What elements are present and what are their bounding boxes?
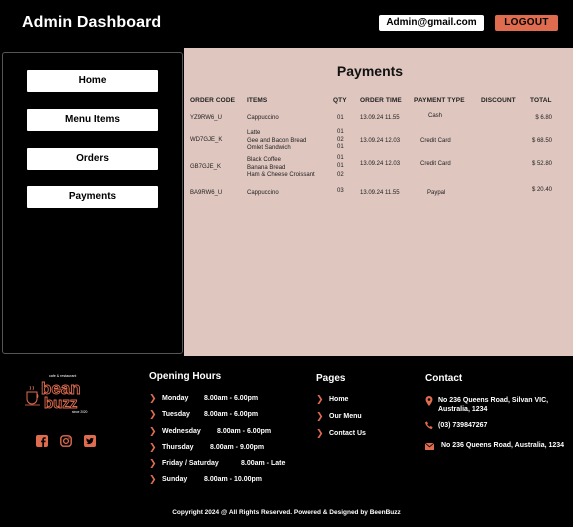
order-code: BA9RW6_U bbox=[190, 190, 223, 196]
beanbuzz-logo: cafe & restaurant bean buzz since 2020 bbox=[24, 372, 94, 416]
sidebar-item-home[interactable]: Home bbox=[27, 70, 158, 92]
col-header-order-code: ORDER CODE bbox=[190, 97, 236, 104]
col-header-discount: DISCOUNT bbox=[481, 97, 516, 104]
chevron-right-icon: ❯ bbox=[316, 411, 324, 421]
order-qty: 01 bbox=[337, 144, 344, 150]
svg-text:since 2020: since 2020 bbox=[72, 410, 88, 414]
chevron-right-icon: ❯ bbox=[149, 458, 157, 468]
top-header: Admin Dashboard Admin@gmail.com LOGOUT bbox=[0, 0, 573, 48]
copyright-text: Copyright 2024 @ All Rights Reserved. Po… bbox=[172, 509, 401, 516]
logout-button[interactable]: LOGOUT bbox=[495, 15, 558, 31]
order-time: 13.09.24 12.03 bbox=[360, 138, 401, 144]
payment-type: Cash bbox=[428, 113, 443, 119]
order-item: Latte bbox=[247, 130, 261, 136]
site-footer: cafe & restaurant bean buzz since 2020 O… bbox=[0, 356, 573, 527]
order-qty: 01 bbox=[337, 129, 344, 135]
mail-icon bbox=[424, 442, 435, 452]
chevron-right-icon: ❯ bbox=[316, 394, 324, 404]
facebook-icon[interactable] bbox=[36, 434, 48, 447]
order-qty: 02 bbox=[337, 172, 344, 178]
chevron-right-icon: ❯ bbox=[149, 442, 157, 452]
chevron-right-icon: ❯ bbox=[149, 426, 157, 436]
pages-title: Pages bbox=[316, 373, 346, 384]
col-header-qty: QTY bbox=[333, 97, 347, 104]
order-qty: 01 bbox=[337, 163, 344, 169]
opening-hours-title: Opening Hours bbox=[149, 371, 222, 382]
order-item: Cappuccino bbox=[247, 115, 279, 121]
contact-title: Contact bbox=[425, 373, 463, 384]
chevron-right-icon: ❯ bbox=[149, 409, 157, 419]
payment-type: Credit Card bbox=[420, 161, 451, 167]
col-header-payment-type: PAYMENT TYPE bbox=[414, 97, 465, 104]
order-total: $ 52.80 bbox=[531, 161, 552, 167]
order-time: 13.09.24 11.55 bbox=[360, 190, 400, 196]
payment-type: Paypal bbox=[427, 190, 446, 196]
sidebar-item-menu-items[interactable]: Menu Items bbox=[27, 109, 158, 131]
svg-text:cafe & restaurant: cafe & restaurant bbox=[49, 374, 76, 378]
order-item: Cappuccino bbox=[247, 190, 279, 196]
order-item: Black Coffee bbox=[247, 157, 281, 163]
col-header-items: ITEMS bbox=[247, 97, 268, 104]
order-code: GB7GJE_K bbox=[190, 164, 222, 170]
instagram-icon[interactable] bbox=[60, 434, 72, 447]
col-header-order-time: ORDER TIME bbox=[360, 97, 402, 104]
phone-icon bbox=[425, 421, 433, 430]
chevron-right-icon: ❯ bbox=[149, 393, 157, 403]
chevron-right-icon: ❯ bbox=[149, 474, 157, 484]
order-item: Banana Bread bbox=[247, 164, 286, 171]
order-item: Ham & Cheese Croissant bbox=[247, 172, 315, 178]
order-qty: 03 bbox=[337, 188, 344, 194]
order-total: $ 68.50 bbox=[531, 138, 552, 144]
sidebar: Home Menu Items Orders Payments bbox=[2, 52, 183, 354]
admin-email-badge[interactable]: Admin@gmail.com bbox=[379, 15, 484, 31]
order-item: Omlet Sandwich bbox=[247, 145, 291, 151]
order-total: $ 20.40 bbox=[531, 187, 552, 193]
order-qty: 01 bbox=[337, 115, 344, 121]
order-qty: 02 bbox=[337, 136, 344, 143]
order-time: 13.09.24 12.03 bbox=[360, 161, 401, 167]
payments-heading: Payments bbox=[336, 63, 404, 79]
payment-type: Credit Card bbox=[420, 138, 451, 144]
order-code: YZ9RW6_U bbox=[190, 115, 222, 121]
order-qty: 01 bbox=[337, 155, 344, 161]
order-time: 13.09.24 11.55 bbox=[360, 115, 400, 121]
location-pin-icon bbox=[425, 396, 433, 406]
page-title: Admin Dashboard bbox=[22, 14, 162, 31]
twitter-icon[interactable] bbox=[84, 434, 96, 447]
order-total: $ 6.80 bbox=[535, 115, 552, 121]
order-code: WD7GJE_K bbox=[190, 137, 223, 143]
order-item: Gee and Bacon Bread bbox=[247, 137, 307, 144]
chevron-right-icon: ❯ bbox=[316, 428, 324, 438]
col-header-total: TOTAL bbox=[530, 97, 552, 104]
payments-panel: Payments ORDER CODE ITEMS QTY ORDER TIME… bbox=[184, 48, 573, 356]
sidebar-item-payments[interactable]: Payments bbox=[27, 186, 158, 208]
sidebar-item-orders[interactable]: Orders bbox=[27, 148, 158, 170]
